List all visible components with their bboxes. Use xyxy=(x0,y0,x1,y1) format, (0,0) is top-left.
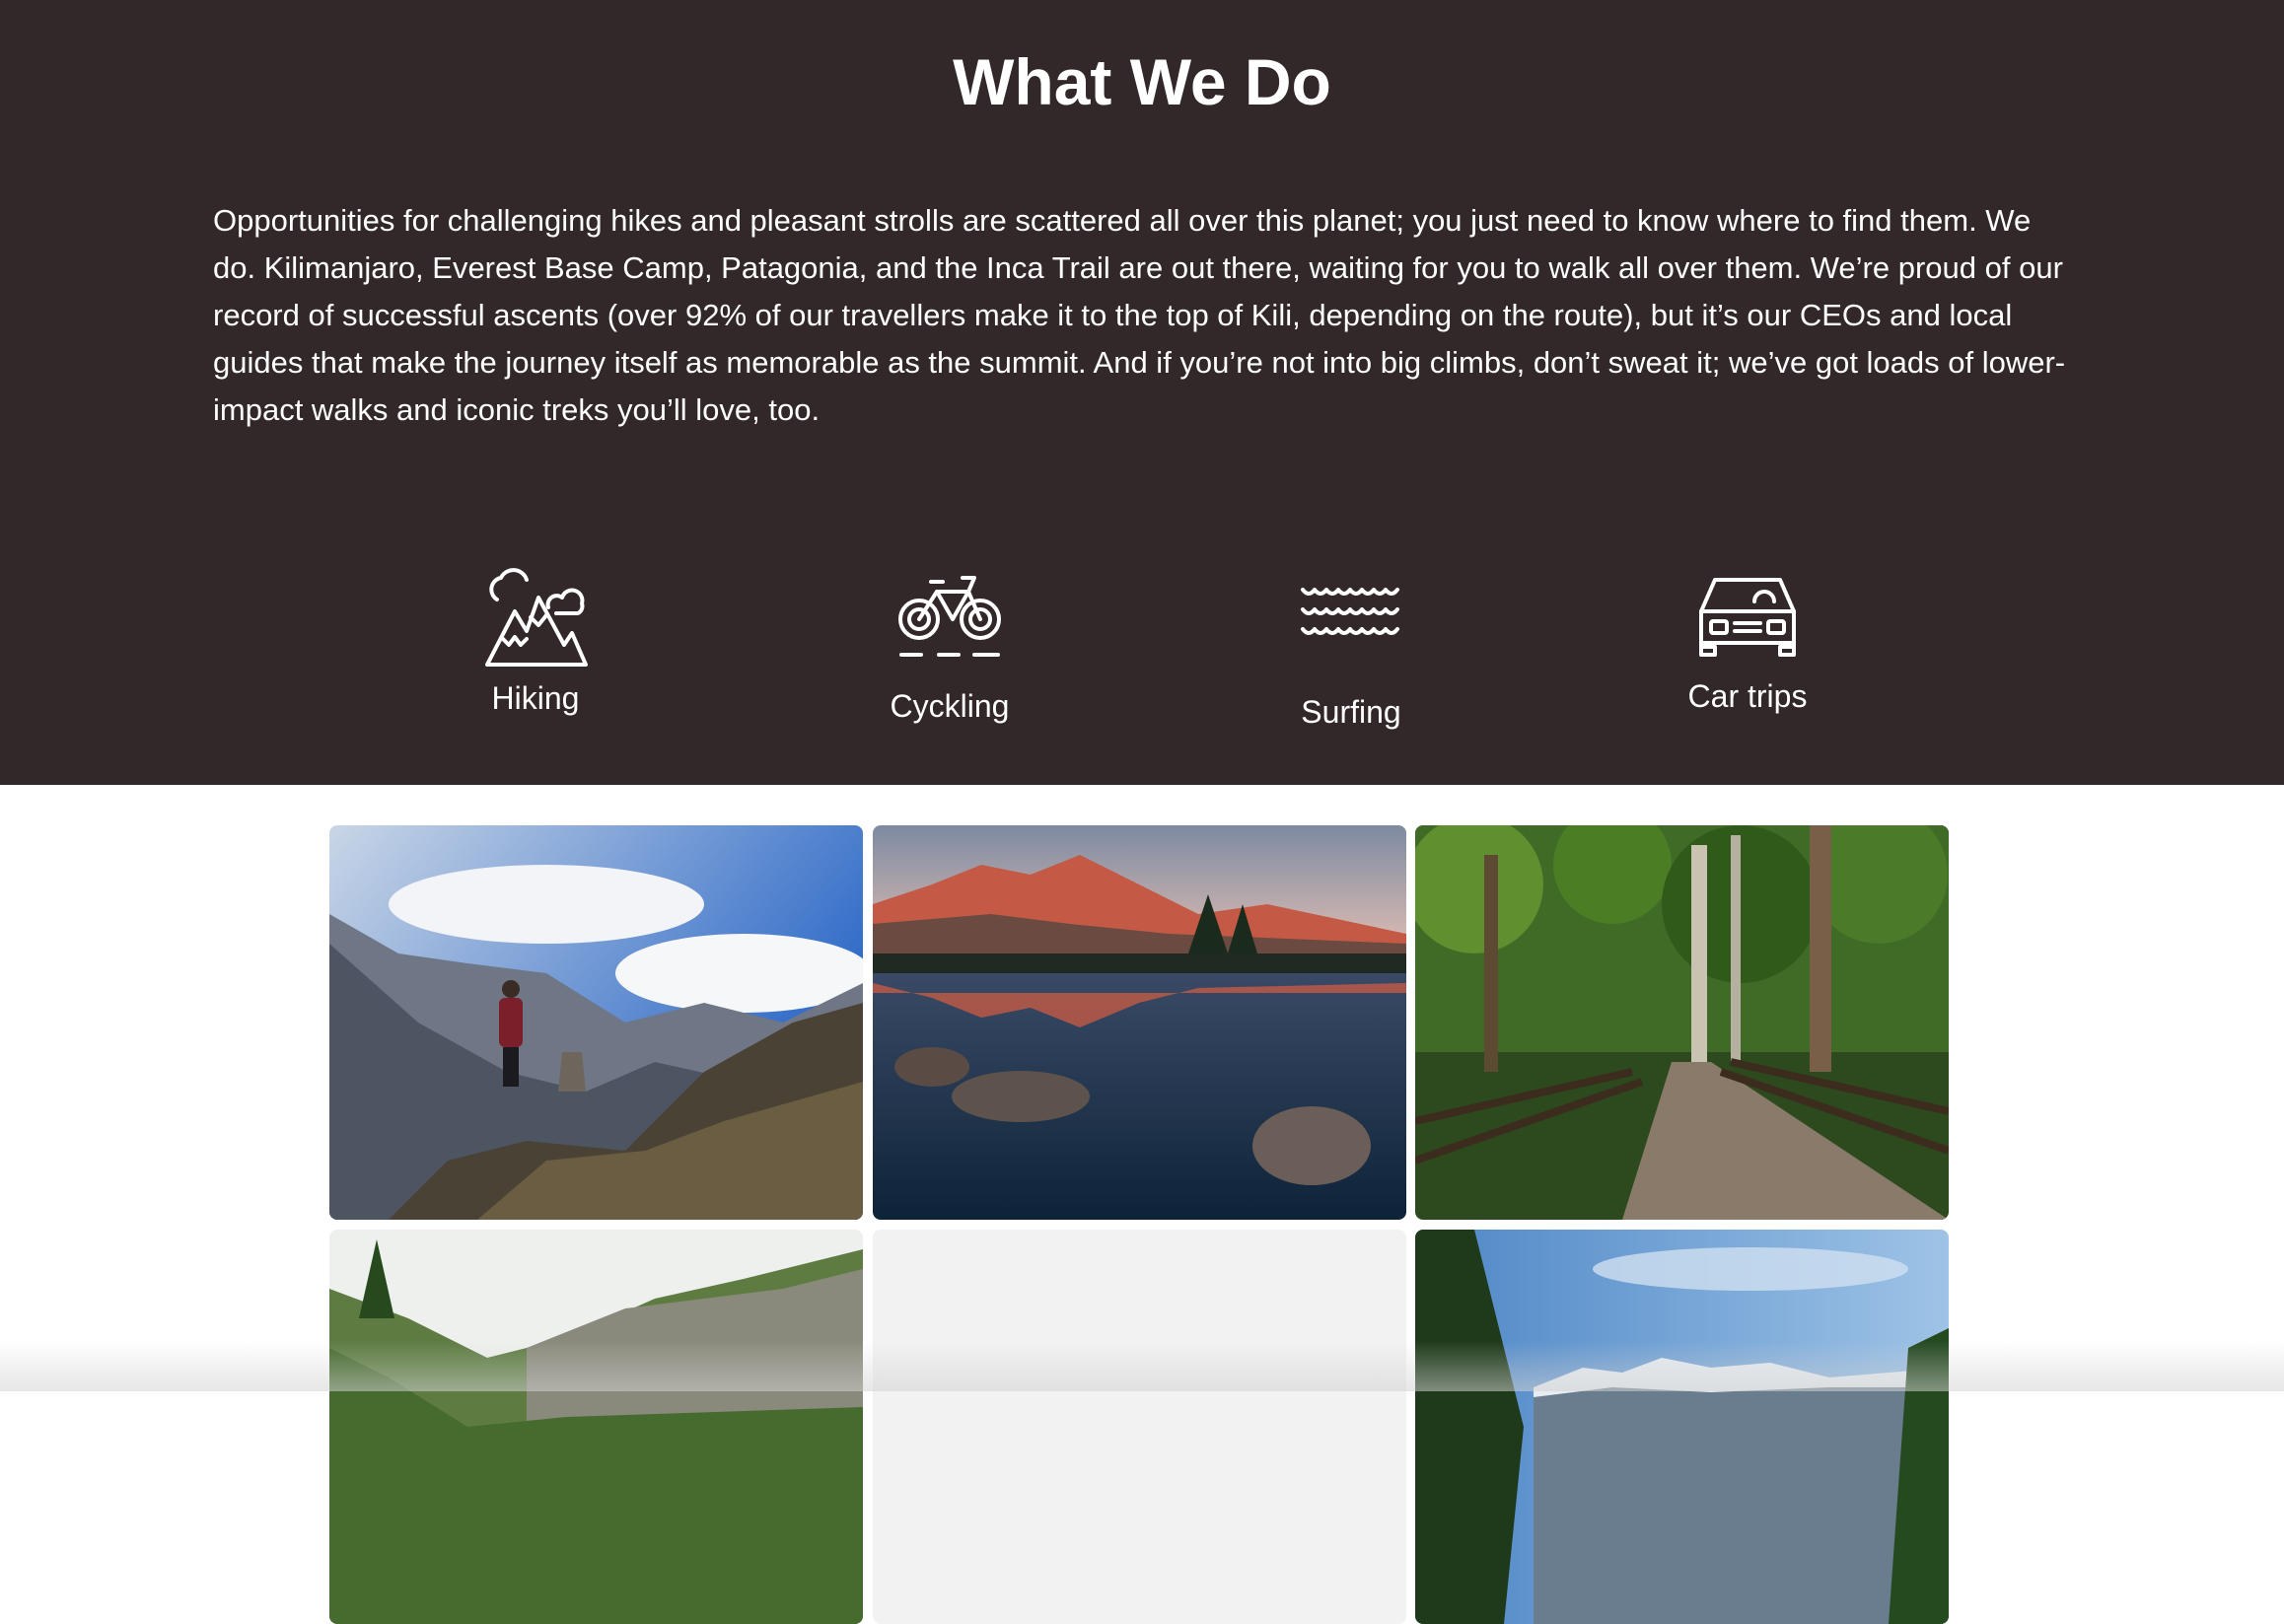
activity-label: Surfing xyxy=(1301,694,1401,730)
section-title: What We Do xyxy=(953,45,1331,118)
activity-label: Cyckling xyxy=(890,688,1010,724)
activity-surfing[interactable]: Surfing xyxy=(1203,582,1499,732)
activity-hiking[interactable]: Hiking xyxy=(388,560,683,718)
photo-mountain-lake[interactable] xyxy=(873,825,1406,1220)
activity-cycling[interactable]: Cyckling xyxy=(802,564,1098,726)
what-we-do-section: What We Do Opportunities for challenging… xyxy=(0,0,2284,785)
photo-green-valley[interactable] xyxy=(329,1230,863,1624)
mountain-hiking-icon xyxy=(485,568,588,667)
car-icon xyxy=(1699,578,1796,657)
photo-placeholder[interactable] xyxy=(873,1230,1406,1624)
photo-hiker-mountain[interactable] xyxy=(329,825,863,1220)
photo-snowy-mountains[interactable] xyxy=(1415,1230,1949,1624)
activity-car-trips[interactable]: Car trips xyxy=(1600,572,1895,716)
activity-label: Car trips xyxy=(1687,678,1808,714)
bottom-scroll-fade xyxy=(0,1341,2284,1391)
section-description: Opportunities for challenging hikes and … xyxy=(213,203,2066,427)
photo-forest-path[interactable] xyxy=(1415,825,1949,1220)
bicycle-icon xyxy=(898,576,1001,657)
waves-icon xyxy=(1301,588,1399,635)
activity-label: Hiking xyxy=(491,680,580,716)
